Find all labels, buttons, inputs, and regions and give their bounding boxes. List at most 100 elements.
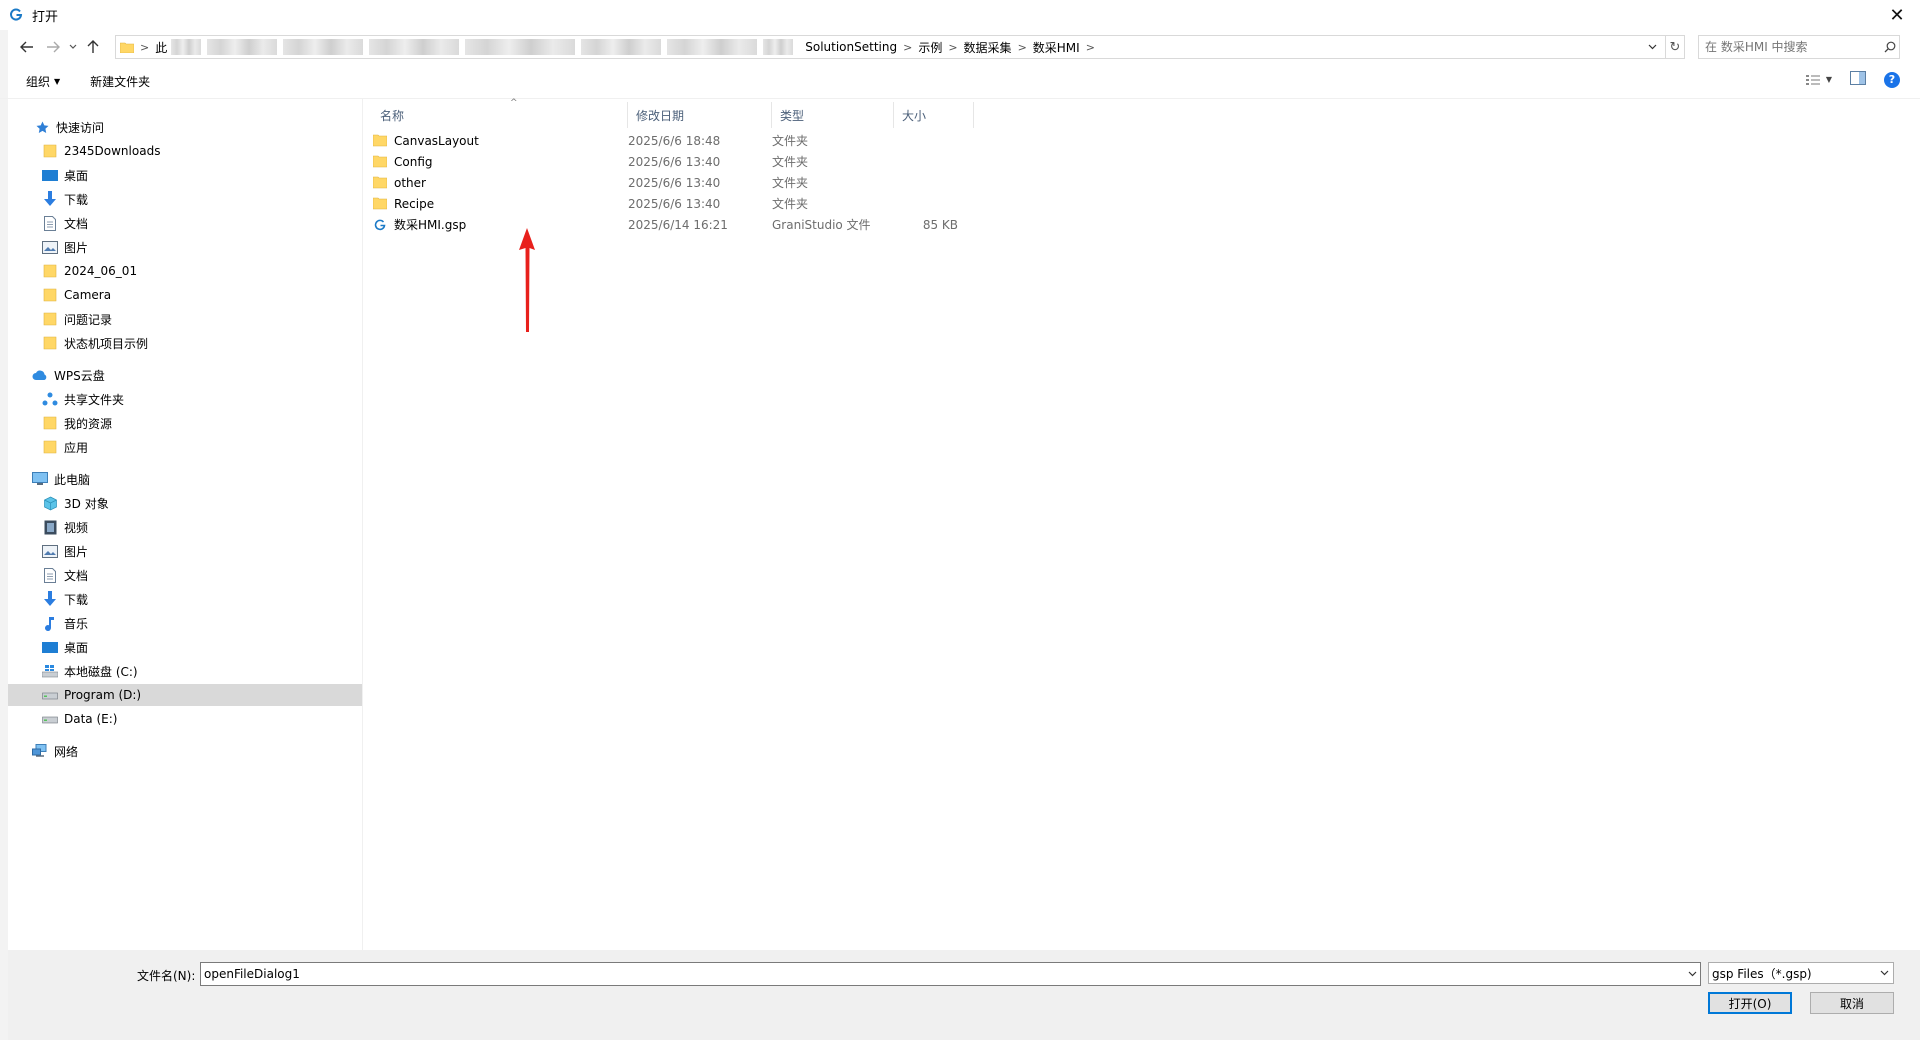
sidebar-item-downloads[interactable]: 下载 📌 <box>8 188 362 210</box>
sidebar-item-issue-log[interactable]: 问题记录 <box>8 308 362 330</box>
sidebar-item-apps[interactable]: 应用 <box>8 436 362 458</box>
address-bar[interactable]: > 此 SolutionSetting > 示例 > 数据采集 > 数采HMI … <box>115 35 1666 59</box>
back-arrow-icon[interactable] <box>14 34 40 60</box>
file-row[interactable]: other 2025/6/6 13:40 文件夹 <box>372 172 972 193</box>
view-options-icon[interactable]: ▼ <box>1805 74 1832 86</box>
sidebar-item-label: 共享文件夹 <box>64 392 125 407</box>
column-header-name[interactable]: ^ 名称 <box>372 98 628 128</box>
file-modified: 2025/6/6 13:40 <box>628 154 721 169</box>
file-type-filter[interactable]: gsp Files（*.gsp) <box>1708 962 1894 984</box>
sidebar-item-quick-access[interactable]: 快速访问 <box>8 116 362 138</box>
drive-icon <box>42 687 58 703</box>
breadcrumb-item[interactable]: 示例 <box>918 39 942 56</box>
sidebar-item-2345downloads[interactable]: 2345Downloads 📌 <box>8 140 362 162</box>
folder-icon <box>42 439 58 455</box>
new-folder-button[interactable]: 新建文件夹 <box>90 73 150 90</box>
up-arrow-icon[interactable] <box>80 34 106 60</box>
windows-drive-icon <box>42 663 58 679</box>
breadcrumb-separator: > <box>140 40 150 54</box>
preview-pane-icon[interactable] <box>1850 71 1866 88</box>
sidebar-item-label: 图片 <box>64 544 89 559</box>
sidebar-item-state-machine-example[interactable]: 状态机项目示例 <box>8 332 362 354</box>
network-icon <box>32 743 48 759</box>
breadcrumb-item[interactable]: 数据采集 <box>964 39 1012 56</box>
sidebar-item-pc-downloads[interactable]: 下载 <box>8 588 362 610</box>
sidebar-item-music[interactable]: 音乐 <box>8 612 362 634</box>
refresh-icon[interactable]: ↻ <box>1666 35 1685 59</box>
recent-locations-chevron-icon[interactable] <box>66 34 80 60</box>
file-row[interactable]: CanvasLayout 2025/6/6 18:48 文件夹 <box>372 130 972 151</box>
sidebar-item-label: 网络 <box>54 744 79 759</box>
column-header-modified[interactable]: 修改日期 <box>628 102 772 128</box>
sidebar-item-my-resources[interactable]: 我的资源 <box>8 412 362 434</box>
pictures-icon <box>42 543 58 559</box>
shared-folder-icon <box>42 391 58 407</box>
file-name: other <box>394 175 426 190</box>
file-row[interactable]: Recipe 2025/6/6 13:40 文件夹 <box>372 193 972 214</box>
sidebar-item-pictures[interactable]: 图片 📌 <box>8 236 362 258</box>
file-row[interactable]: 数采HMI.gsp 2025/6/14 16:21 GraniStudio 文件… <box>372 214 972 235</box>
forward-arrow-icon[interactable] <box>40 34 66 60</box>
search-box[interactable] <box>1698 35 1900 59</box>
music-note-icon <box>42 615 58 631</box>
file-type: 文件夹 <box>772 176 809 190</box>
sidebar-item-drive-c[interactable]: 本地磁盘 (C:) <box>8 660 362 682</box>
file-name: 数采HMI.gsp <box>394 218 467 232</box>
column-header-size[interactable]: 大小 <box>894 102 974 128</box>
breadcrumb-separator: > <box>903 40 913 54</box>
chevron-down-icon[interactable] <box>1684 969 1700 980</box>
file-type-filter-value: gsp Files（*.gsp) <box>1712 966 1812 981</box>
red-annotation-arrow-icon <box>519 228 535 332</box>
chevron-down-icon[interactable] <box>1880 968 1889 979</box>
sidebar-item-wps-cloud[interactable]: WPS云盘 <box>8 364 362 386</box>
folder-icon <box>120 42 134 53</box>
folder-icon <box>42 263 58 279</box>
search-input[interactable] <box>1699 39 1881 55</box>
sidebar-item-label: 本地磁盘 (C:) <box>64 664 138 679</box>
search-icon[interactable] <box>1881 41 1899 53</box>
file-row[interactable]: Config 2025/6/6 13:40 文件夹 <box>372 151 972 172</box>
help-icon[interactable]: ? <box>1884 71 1900 88</box>
filename-input[interactable] <box>201 966 1684 982</box>
sidebar-item-this-pc[interactable]: 此电脑 <box>8 468 362 490</box>
address-dropdown-chevron-icon[interactable] <box>1648 40 1657 53</box>
sidebar-item-drive-e[interactable]: Data (E:) <box>8 708 362 730</box>
sidebar-item-camera[interactable]: Camera <box>8 284 362 306</box>
sidebar-item-videos[interactable]: 视频 <box>8 516 362 538</box>
filename-combobox[interactable] <box>200 962 1701 986</box>
breadcrumb-item[interactable]: 数采HMI <box>1033 39 1080 56</box>
file-name: Config <box>394 154 433 169</box>
granistudio-app-icon <box>8 7 24 23</box>
file-modified: 2025/6/14 16:21 <box>628 217 728 232</box>
caret-down-icon: ▼ <box>54 76 61 86</box>
organize-button[interactable]: 组织 ▼ <box>26 73 60 90</box>
sidebar-item-desktop[interactable]: 桌面 📌 <box>8 164 362 186</box>
breadcrumb-item[interactable]: SolutionSetting <box>805 40 897 54</box>
sidebar-item-documents[interactable]: 文档 📌 <box>8 212 362 234</box>
column-header-label: 名称 <box>380 108 405 123</box>
sidebar-item-label: 文档 <box>64 216 89 231</box>
sidebar-item-drive-d[interactable]: Program (D:) <box>8 684 362 706</box>
sidebar-item-pc-desktop[interactable]: 桌面 <box>8 636 362 658</box>
cube-3d-icon <box>42 495 58 511</box>
sidebar-item-3d-objects[interactable]: 3D 对象 <box>8 492 362 514</box>
sidebar-item-pc-pictures[interactable]: 图片 <box>8 540 362 562</box>
close-button[interactable]: ✕ <box>1874 0 1920 30</box>
sidebar-item-2024-06-01[interactable]: 2024_06_01 <box>8 260 362 282</box>
breadcrumb-item-pc[interactable]: 此 <box>155 39 167 56</box>
open-button[interactable]: 打开(O) <box>1708 992 1792 1014</box>
sidebar-item-label: 图片 <box>64 240 89 255</box>
video-icon <box>42 519 58 535</box>
sidebar-item-shared-folder[interactable]: 共享文件夹 <box>8 388 362 410</box>
sidebar-item-network[interactable]: 网络 <box>8 740 362 762</box>
folder-icon <box>42 415 58 431</box>
sidebar-item-pc-documents[interactable]: 文档 <box>8 564 362 586</box>
file-modified: 2025/6/6 18:48 <box>628 133 721 148</box>
toolbar-right-group: ▼ ? <box>1805 71 1900 88</box>
sidebar-item-label: Camera <box>64 288 112 302</box>
cloud-icon <box>32 367 48 383</box>
window-left-edge <box>0 30 8 1040</box>
blurred-path-segment <box>171 39 799 55</box>
cancel-button[interactable]: 取消 <box>1810 992 1894 1014</box>
column-header-type[interactable]: 类型 <box>772 102 894 128</box>
